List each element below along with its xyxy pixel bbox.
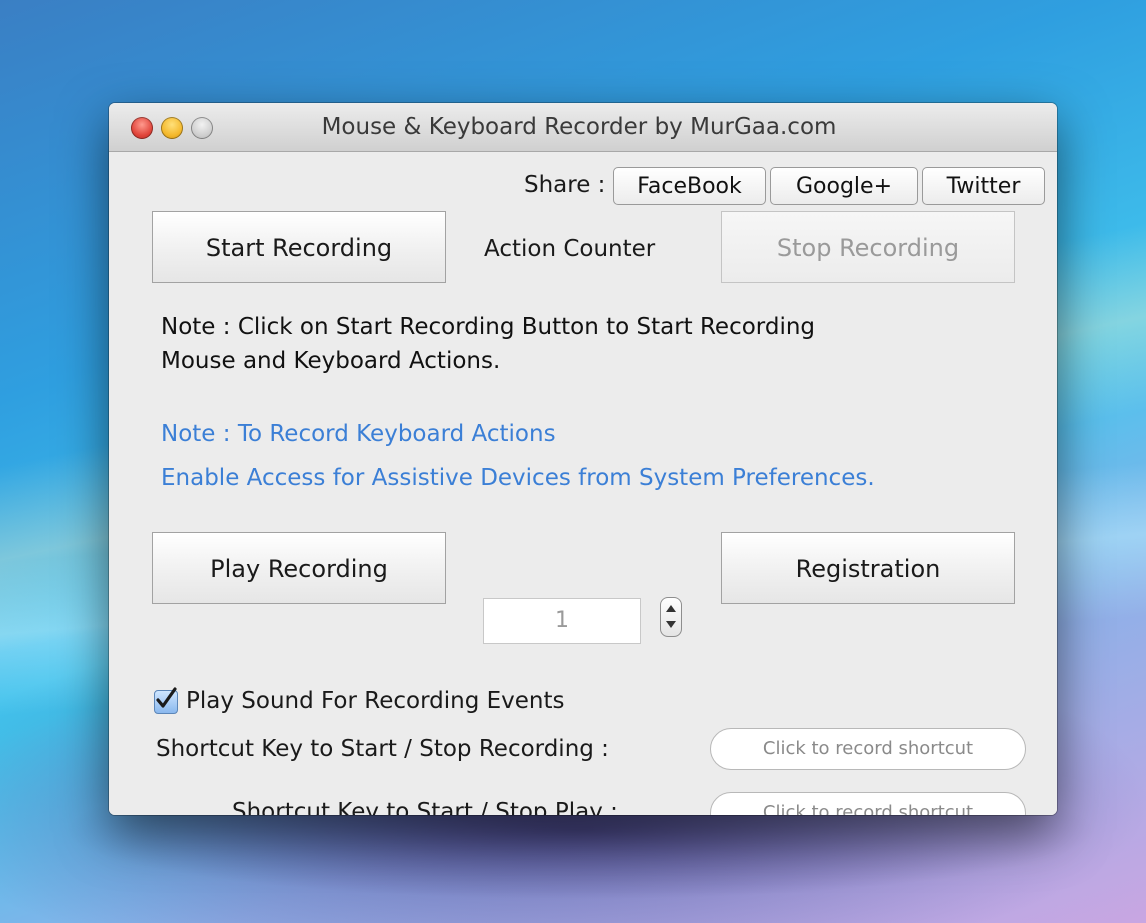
- play-sound-label: Play Sound For Recording Events: [186, 688, 565, 714]
- twitter-share-button[interactable]: Twitter: [922, 167, 1045, 205]
- start-recording-button[interactable]: Start Recording: [152, 211, 446, 283]
- close-window-button[interactable]: [131, 117, 153, 139]
- share-label: Share :: [524, 172, 606, 198]
- keyboard-note-line-2: Enable Access for Assistive Devices from…: [161, 465, 875, 491]
- action-counter-label: Action Counter: [484, 236, 656, 262]
- keyboard-note-line-1: Note : To Record Keyboard Actions: [161, 421, 556, 447]
- play-sound-checkbox[interactable]: [154, 687, 178, 714]
- instruction-note-line-1: Note : Click on Start Recording Button t…: [161, 314, 816, 340]
- repeat-count-stepper[interactable]: [660, 597, 682, 637]
- stop-recording-button[interactable]: Stop Recording: [721, 211, 1015, 283]
- window-title: Mouse & Keyboard Recorder by MurGaa.com: [321, 114, 837, 140]
- repeat-count-field[interactable]: 1: [483, 598, 641, 644]
- registration-button[interactable]: Registration: [721, 532, 1015, 604]
- instruction-note-line-2: Mouse and Keyboard Actions.: [161, 348, 501, 374]
- record-shortcut-field[interactable]: Click to record shortcut: [710, 728, 1026, 770]
- google-plus-share-button[interactable]: Google+: [770, 167, 918, 205]
- checkmark-icon: [156, 687, 177, 708]
- play-shortcut-field[interactable]: Click to record shortcut: [710, 792, 1026, 815]
- stepper-up-arrow-icon[interactable]: [666, 605, 676, 612]
- play-shortcut-label: Shortcut Key to Start / Stop Play :: [232, 799, 618, 815]
- window-content: Share : FaceBook Google+ Twitter Start R…: [109, 152, 1057, 815]
- recorder-window: Mouse & Keyboard Recorder by MurGaa.com …: [109, 103, 1057, 815]
- play-recording-button[interactable]: Play Recording: [152, 532, 446, 604]
- minimize-window-button[interactable]: [161, 117, 183, 139]
- record-shortcut-label: Shortcut Key to Start / Stop Recording :: [156, 736, 609, 762]
- title-bar[interactable]: Mouse & Keyboard Recorder by MurGaa.com: [109, 103, 1057, 152]
- stepper-down-arrow-icon[interactable]: [666, 621, 676, 628]
- facebook-share-button[interactable]: FaceBook: [613, 167, 766, 205]
- zoom-window-button[interactable]: [191, 117, 213, 139]
